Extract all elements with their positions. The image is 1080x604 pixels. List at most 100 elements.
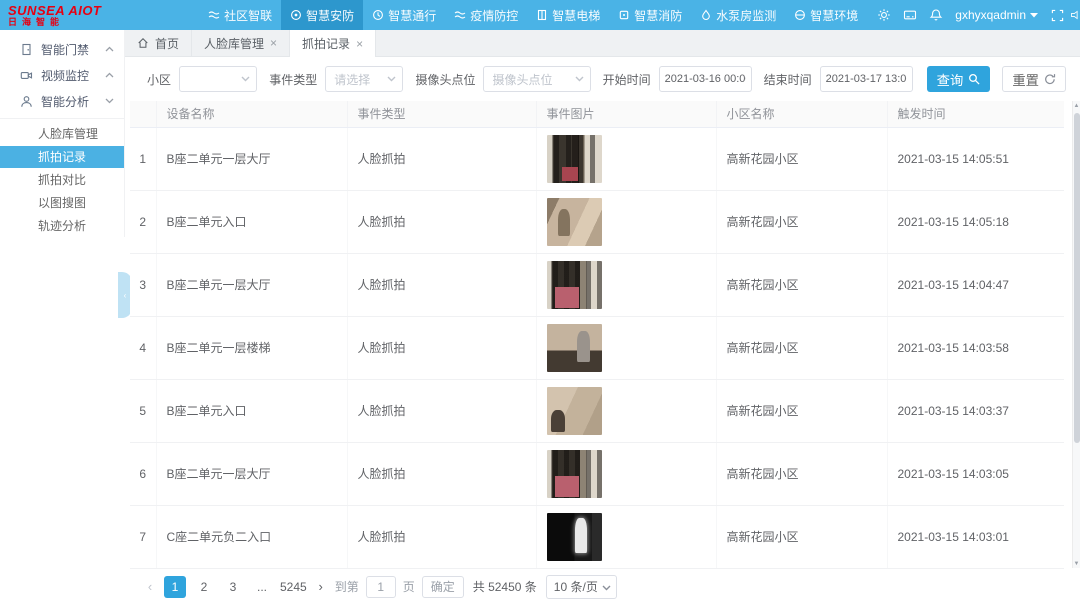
- tab-label: 人脸库管理: [204, 35, 264, 52]
- event-thumbnail[interactable]: [547, 450, 602, 498]
- pagination: ‹ 123...5245 › 到第 页 确定 共 52450 条 10 条/页: [130, 571, 1066, 603]
- table-row[interactable]: 2 B座二单元入口 人脸抓拍 高新花园小区 2021-03-15 14:05:1…: [130, 190, 1064, 253]
- row-index: 3: [130, 253, 156, 316]
- page-list: 123... 5245: [164, 576, 307, 598]
- prev-page-arrow[interactable]: ‹: [143, 579, 157, 594]
- topnav-item[interactable]: 智慧安防: [281, 0, 363, 30]
- reset-button[interactable]: 重置: [1002, 66, 1066, 92]
- chevron-icon: [105, 98, 114, 104]
- topnav-item[interactable]: 水泵房监测: [691, 0, 785, 30]
- chevron-icon: [105, 72, 114, 78]
- scrollbar-thumb[interactable]: [1074, 113, 1080, 443]
- table-row[interactable]: 6 B座二单元一层大厅 人脸抓拍 高新花园小区 2021-03-15 14:03…: [130, 442, 1064, 505]
- tab[interactable]: 抓拍记录 ×: [290, 30, 376, 57]
- bell-icon[interactable]: [923, 8, 949, 22]
- clipped-edge-icon[interactable]: [1070, 8, 1080, 22]
- trigger-time-cell: 2021-03-15 14:03:05: [887, 442, 1064, 505]
- page-size-select[interactable]: 10 条/页: [546, 575, 617, 599]
- trigger-time-cell: 2021-03-15 14:04:47: [887, 253, 1064, 316]
- table-row[interactable]: 4 B座二单元一层楼梯 人脸抓拍 高新花园小区 2021-03-15 14:03…: [130, 316, 1064, 379]
- page-button[interactable]: 2: [193, 576, 215, 598]
- topnav-item-label: 社区智联: [224, 7, 272, 24]
- event-thumbnail[interactable]: [547, 198, 602, 246]
- sidebar-item[interactable]: 轨迹分析: [0, 215, 124, 237]
- sidebar-group[interactable]: 智能分析: [0, 88, 124, 114]
- topnav-item-label: 智慧环境: [810, 7, 858, 24]
- sidebar-group[interactable]: 智能门禁: [0, 36, 124, 62]
- sidebar-item[interactable]: 人脸库管理: [0, 123, 124, 145]
- sidebar-submenu: 人脸库管理抓拍记录抓拍对比以图搜图轨迹分析: [0, 118, 124, 237]
- card-icon[interactable]: [897, 8, 923, 22]
- start-time-label: 开始时间: [603, 71, 651, 88]
- sidebar-group-label: 智能分析: [41, 93, 89, 110]
- event-image-cell: [536, 190, 716, 253]
- start-time-input[interactable]: [659, 66, 752, 92]
- sidebar-item[interactable]: 抓拍对比: [0, 169, 124, 191]
- event-image-cell: [536, 505, 716, 568]
- top-navigation: 社区智联 智慧安防 智慧通行 疫情防控 智慧电梯 智慧消防 水泵房监测 智慧环境: [199, 0, 867, 30]
- gear-icon[interactable]: [871, 8, 897, 22]
- sidebar-item[interactable]: 以图搜图: [0, 192, 124, 214]
- fullscreen-icon[interactable]: [1044, 9, 1070, 22]
- page-button[interactable]: 1: [164, 576, 186, 598]
- sidebar-group[interactable]: 视频监控: [0, 62, 124, 88]
- user-menu[interactable]: gxhyxqadmin: [949, 8, 1044, 22]
- caret-down-icon: [1030, 13, 1038, 18]
- topnav-item[interactable]: 疫情防控: [445, 0, 527, 30]
- community-name-cell: 高新花园小区: [716, 442, 887, 505]
- event-thumbnail[interactable]: [547, 261, 602, 309]
- topnav-item[interactable]: 智慧通行: [363, 0, 445, 30]
- end-time-input[interactable]: [820, 66, 913, 92]
- table-row[interactable]: 7 C座二单元负二入口 人脸抓拍 高新花园小区 2021-03-15 14:03…: [130, 505, 1064, 568]
- jump-page-input[interactable]: [366, 576, 396, 598]
- sidebar-item[interactable]: 抓拍记录: [0, 146, 124, 168]
- event-thumbnail[interactable]: [547, 135, 602, 183]
- tab[interactable]: 首页: [125, 30, 192, 56]
- confirm-button[interactable]: 确定: [422, 576, 464, 598]
- person-icon: [20, 95, 33, 108]
- scroll-up-arrow[interactable]: ▲: [1073, 101, 1080, 110]
- table-scrollbar[interactable]: ▲ ▼: [1072, 101, 1080, 568]
- tab[interactable]: 人脸库管理 ×: [192, 30, 290, 56]
- table-row[interactable]: 1 B座二单元一层大厅 人脸抓拍 高新花园小区 2021-03-15 14:05…: [130, 127, 1064, 190]
- event-type-cell: 人脸抓拍: [347, 190, 536, 253]
- event-image-cell: [536, 379, 716, 442]
- logo-subtext: 日海智能: [8, 18, 128, 27]
- row-index: 2: [130, 190, 156, 253]
- trigger-time-cell: 2021-03-15 14:03:58: [887, 316, 1064, 379]
- table-row[interactable]: 3 B座二单元一层大厅 人脸抓拍 高新花园小区 2021-03-15 14:04…: [130, 253, 1064, 316]
- next-page-arrow[interactable]: ›: [314, 579, 328, 594]
- topnav-item-label: 智慧消防: [634, 7, 682, 24]
- topnav-item[interactable]: 智慧消防: [609, 0, 691, 30]
- sidebar-groups: 智能门禁 视频监控 智能分析: [0, 36, 124, 114]
- trigger-time-cell: 2021-03-15 14:03:37: [887, 379, 1064, 442]
- event-thumbnail[interactable]: [547, 324, 602, 372]
- app-logo: SUNSEA AIOT 日海智能: [0, 4, 128, 27]
- camera-select[interactable]: 摄像头点位: [483, 66, 590, 92]
- close-icon[interactable]: ×: [270, 37, 277, 49]
- community-select[interactable]: [179, 66, 257, 92]
- tab-bar: 首页 人脸库管理 × 抓拍记录 ×: [125, 30, 1080, 57]
- scroll-down-arrow[interactable]: ▼: [1073, 559, 1080, 568]
- topnav-item[interactable]: 智慧环境: [785, 0, 867, 30]
- username: gxhyxqadmin: [955, 8, 1026, 22]
- event-thumbnail[interactable]: [547, 513, 602, 561]
- main-area: 首页 人脸库管理 × 抓拍记录 × 小区 事件类型 请选择 摄像头点位: [125, 30, 1080, 604]
- table-row[interactable]: 5 B座二单元入口 人脸抓拍 高新花园小区 2021-03-15 14:03:3…: [130, 379, 1064, 442]
- event-type-cell: 人脸抓拍: [347, 127, 536, 190]
- topnav-item[interactable]: 社区智联: [199, 0, 281, 30]
- page-ellipsis[interactable]: ...: [251, 576, 273, 598]
- chevron-icon: [105, 46, 114, 52]
- event-thumbnail[interactable]: [547, 387, 602, 435]
- topnav-item[interactable]: 智慧电梯: [527, 0, 609, 30]
- search-button[interactable]: 查询: [927, 66, 991, 92]
- column-header: [130, 101, 156, 127]
- table-body: 1 B座二单元一层大厅 人脸抓拍 高新花园小区 2021-03-15 14:05…: [130, 127, 1064, 568]
- event-type-select[interactable]: 请选择: [325, 66, 403, 92]
- sidebar: 智能门禁 视频监控 智能分析 人脸库管理抓拍记录抓拍对比以图搜图轨迹分析: [0, 30, 125, 237]
- device-name-cell: B座二单元入口: [156, 190, 347, 253]
- row-index: 4: [130, 316, 156, 379]
- close-icon[interactable]: ×: [356, 38, 363, 50]
- page-button[interactable]: 3: [222, 576, 244, 598]
- page-button[interactable]: 5245: [280, 576, 307, 598]
